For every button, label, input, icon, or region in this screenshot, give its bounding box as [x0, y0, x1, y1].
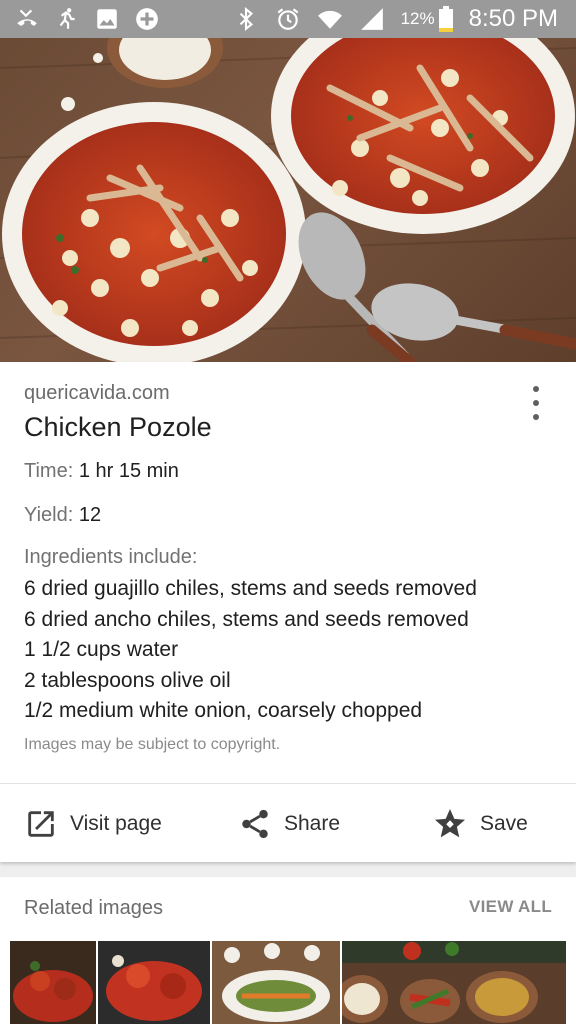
system-icons: 12% 8:50 PM: [233, 5, 558, 33]
recipe-title[interactable]: Chicken Pozole: [24, 412, 212, 443]
save-label: Save: [480, 812, 528, 835]
wifi-icon: [317, 10, 342, 29]
signal-icon: [360, 8, 383, 30]
ingredients-list: 6 dried guajillo chiles, stems and seeds…: [24, 574, 477, 727]
ingredient-item: 1 1/2 cups water: [24, 638, 179, 661]
bluetooth-icon: [239, 6, 253, 32]
yield-value: 12: [78, 504, 102, 526]
visit-page-button[interactable]: Visit page: [24, 806, 162, 842]
yield-label: Yield:: [24, 504, 74, 526]
battery-percent: 12%: [400, 9, 435, 28]
recipe-card: quericavida.com Chicken Pozole Time: 1 h…: [0, 362, 576, 862]
ingredient-item: 6 dried guajillo chiles, stems and seeds…: [24, 577, 477, 600]
recipe-image[interactable]: [0, 38, 576, 362]
yield-row: Yield: 12: [24, 504, 101, 527]
image-icon: [97, 9, 117, 29]
open-in-new-icon: [28, 811, 54, 837]
ingredient-item: 1/2 medium white onion, coarsely chopped: [24, 699, 423, 722]
save-button[interactable]: Save: [432, 806, 528, 842]
more-options-icon[interactable]: [526, 386, 546, 420]
related-thumbnail[interactable]: [10, 941, 96, 1024]
notification-icons: [14, 6, 160, 32]
alarm-icon: [277, 8, 298, 30]
pozole-photo: [0, 38, 576, 362]
related-thumbnail[interactable]: [212, 941, 340, 1024]
source-site[interactable]: quericavida.com: [24, 382, 170, 405]
related-thumbnails: [10, 941, 566, 1024]
status-bar: 12% 8:50 PM: [0, 0, 576, 38]
clock: 8:50 PM: [468, 5, 558, 32]
related-images-title: Related images: [24, 897, 163, 919]
share-icon: [242, 809, 268, 839]
related-images-panel: Related images VIEW ALL: [0, 877, 576, 1024]
time-row: Time: 1 hr 15 min: [24, 460, 179, 483]
time-label: Time:: [24, 460, 74, 482]
visit-page-label: Visit page: [70, 812, 162, 835]
share-button[interactable]: Share: [238, 806, 340, 842]
ingredients-heading: Ingredients include:: [24, 546, 198, 568]
action-bar: Visit page Share Save: [0, 784, 576, 862]
related-thumbnail[interactable]: [98, 941, 210, 1024]
related-thumbnail[interactable]: [342, 941, 566, 1024]
running-icon: [59, 8, 75, 29]
ingredient-item: 2 tablespoons olive oil: [24, 668, 231, 692]
missed-call-icon: [17, 9, 37, 27]
battery-indicator: 12%: [401, 6, 453, 32]
battery-icon: [438, 6, 453, 32]
share-label: Share: [284, 812, 341, 835]
add-circle-icon: [136, 8, 158, 30]
star-icon: [435, 809, 465, 838]
time-value: 1 hr 15 min: [78, 460, 179, 482]
view-all-link[interactable]: VIEW ALL: [469, 897, 552, 917]
ingredient-item: 6 dried ancho chiles, stems and seeds re…: [24, 607, 469, 631]
copyright-note: Images may be subject to copyright.: [24, 736, 281, 753]
